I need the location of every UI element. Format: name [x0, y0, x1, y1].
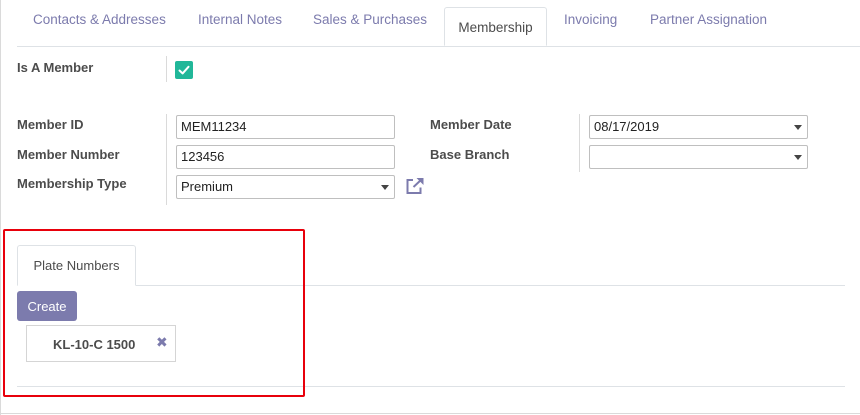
checkmark-icon: [178, 65, 190, 75]
base-branch-label: Base Branch: [430, 147, 510, 162]
external-link-icon[interactable]: [405, 177, 425, 195]
membership-type-select[interactable]: Premium: [176, 175, 395, 199]
tab-invoicing[interactable]: Invoicing: [564, 0, 617, 39]
member-date-label: Member Date: [430, 117, 512, 132]
close-icon[interactable]: ✖: [156, 334, 168, 351]
right-group-separator: [579, 114, 580, 172]
base-branch-select[interactable]: [589, 145, 808, 169]
frame-bottom-border: [0, 413, 860, 414]
caret-down-icon: [381, 185, 389, 190]
member-id-field[interactable]: MEM11234: [176, 115, 395, 139]
member-number-field[interactable]: 123456: [176, 145, 395, 169]
is-member-separator: [166, 56, 167, 82]
member-number-label: Member Number: [17, 147, 120, 162]
caret-down-icon: [794, 125, 802, 130]
plate-tabs-divider: [17, 285, 845, 286]
tabs-divider: [17, 46, 860, 47]
tab-membership[interactable]: Membership: [444, 7, 547, 46]
member-id-label: Member ID: [17, 117, 84, 132]
tab-partner-assignation[interactable]: Partner Assignation: [650, 0, 767, 39]
tab-plate-numbers[interactable]: Plate Numbers: [17, 245, 136, 286]
plate-card[interactable]: KL-10-C 1500 ✖: [26, 325, 176, 362]
membership-type-label: Membership Type: [17, 176, 127, 191]
plate-number: KL-10-C 1500: [53, 337, 136, 352]
frame-left-border: [0, 0, 1, 415]
tab-contacts-addresses[interactable]: Contacts & Addresses: [33, 0, 166, 39]
is-member-label: Is A Member: [17, 60, 94, 75]
tab-sales-purchases[interactable]: Sales & Purchases: [313, 0, 427, 39]
plates-bottom-divider: [17, 386, 845, 387]
left-group-separator: [166, 114, 167, 205]
is-member-checkbox[interactable]: [175, 61, 193, 79]
tab-internal-notes[interactable]: Internal Notes: [198, 0, 282, 39]
caret-down-icon: [794, 155, 802, 160]
create-button[interactable]: Create: [17, 291, 77, 321]
member-date-field[interactable]: 08/17/2019: [589, 115, 808, 139]
membership-type-value: Premium: [181, 179, 234, 194]
member-date-value: 08/17/2019: [594, 119, 660, 134]
